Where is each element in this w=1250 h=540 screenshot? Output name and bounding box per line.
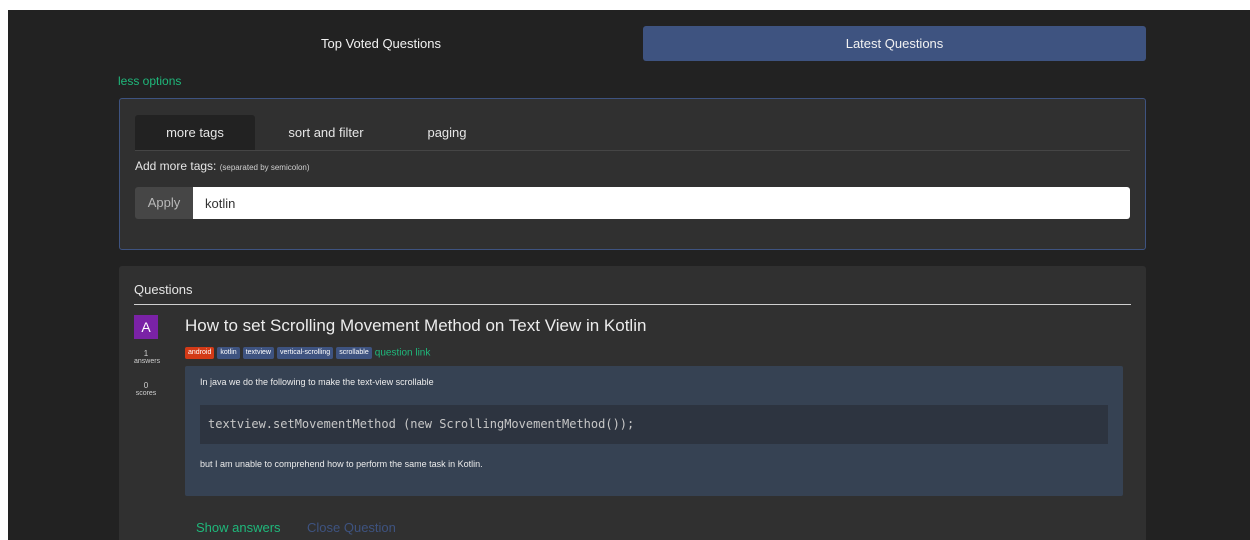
options-tabs: more tags sort and filter paging xyxy=(135,115,1130,151)
answers-count: 1 xyxy=(143,349,149,358)
tab-more-tags[interactable]: more tags xyxy=(135,115,255,150)
score-stat: 0 scores xyxy=(134,381,158,397)
avatar: A xyxy=(134,315,158,339)
question-link[interactable]: question link xyxy=(375,347,431,358)
code-block: textview.setMovementMethod (new Scrollin… xyxy=(200,405,1108,444)
tab-sort-and-filter[interactable]: sort and filter xyxy=(255,115,397,150)
answers-label: answers xyxy=(134,358,161,365)
add-tags-label-text: Add more tags: xyxy=(135,159,217,173)
answers-stat: 1 answers xyxy=(134,349,161,365)
questions-panel: Questions A 1 answers 0 scores How to se… xyxy=(119,266,1146,540)
question-body: In java we do the following to make the … xyxy=(185,366,1123,496)
tag-vertical-scrolling[interactable]: vertical-scrolling xyxy=(277,346,334,359)
tab-latest-questions[interactable]: Latest Questions xyxy=(643,26,1146,61)
top-tabs: Top Voted Questions Latest Questions xyxy=(119,26,1146,61)
body-paragraph: but I am unable to comprehend how to per… xyxy=(200,459,483,469)
tag-kotlin[interactable]: kotlin xyxy=(217,346,240,359)
question-tags: android kotlin textview vertical-scrolling s… xyxy=(185,344,431,359)
score-count: 0 xyxy=(143,381,149,390)
body-paragraph: In java we do the following to make the … xyxy=(200,377,434,387)
tag-scrollable[interactable]: scrollable xyxy=(336,346,372,359)
tags-input-group: Apply xyxy=(135,187,1130,219)
tag-textview[interactable]: textview xyxy=(242,346,274,359)
close-question-button[interactable]: Close Question xyxy=(307,520,396,535)
add-tags-hint: (separated by semicolon) xyxy=(219,163,310,172)
questions-header: Questions xyxy=(134,282,1131,305)
tab-paging[interactable]: paging xyxy=(397,115,497,150)
show-answers-button[interactable]: Show answers xyxy=(196,520,281,535)
add-tags-label: Add more tags: (separated by semicolon) xyxy=(135,159,310,173)
options-panel: more tags sort and filter paging Add mor… xyxy=(119,98,1146,250)
tags-input[interactable] xyxy=(193,187,1130,219)
tag-android[interactable]: android xyxy=(185,346,215,359)
question-title[interactable]: How to set Scrolling Movement Method on … xyxy=(185,316,646,336)
page-container: Top Voted Questions Latest Questions les… xyxy=(8,10,1250,540)
score-label: scores xyxy=(135,390,157,397)
less-options-link[interactable]: less options xyxy=(118,74,181,88)
tab-top-voted-questions[interactable]: Top Voted Questions xyxy=(119,26,643,61)
apply-button[interactable]: Apply xyxy=(135,187,193,219)
